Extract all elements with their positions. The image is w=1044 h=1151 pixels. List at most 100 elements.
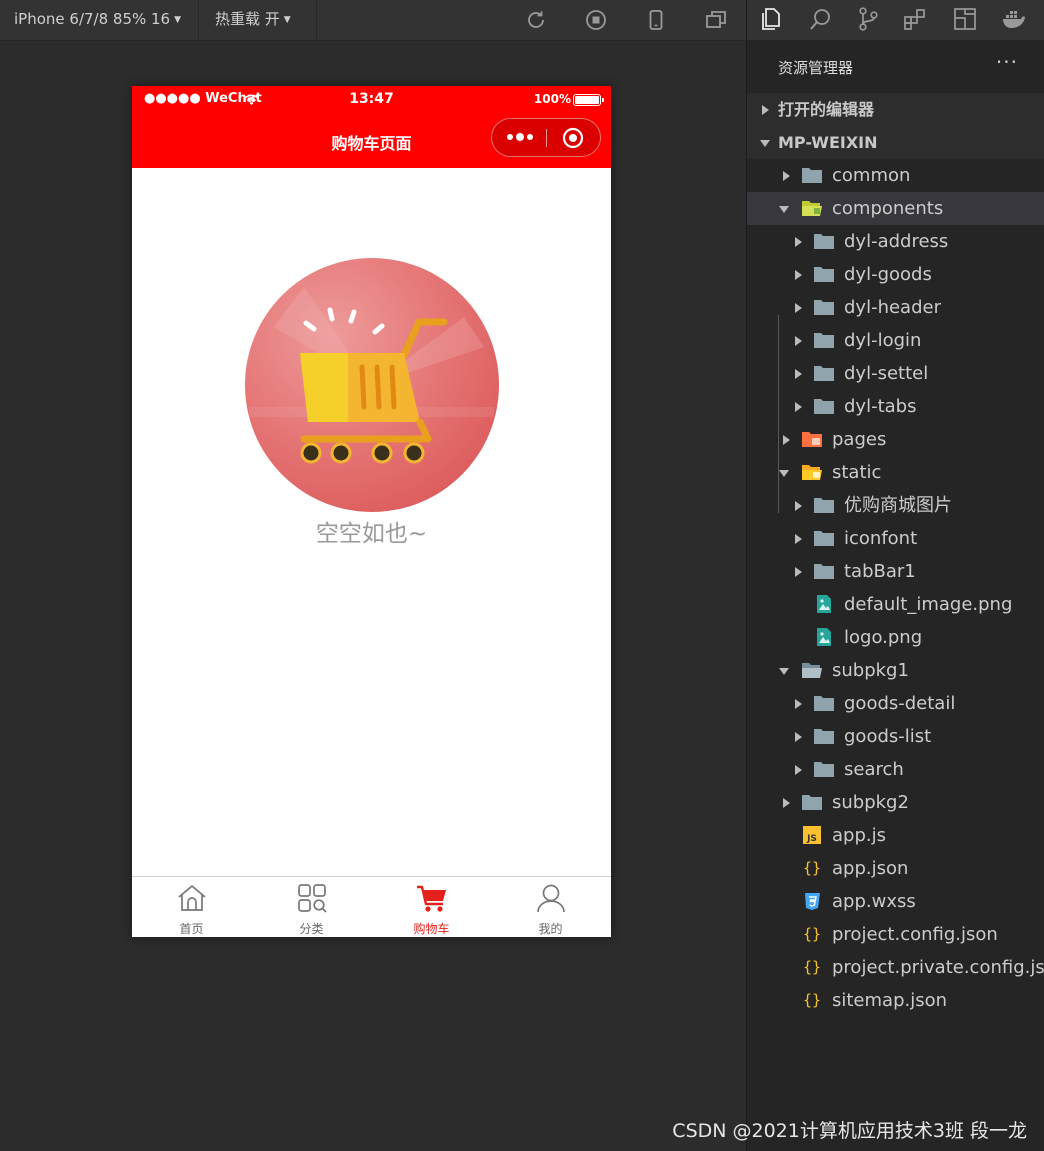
folder-open-icon <box>802 663 822 678</box>
tree-item-label: project.config.json <box>832 924 998 945</box>
tab-mine[interactable]: 我的 <box>491 877 610 937</box>
window-icon[interactable] <box>704 8 728 32</box>
tree-item-tabbar1[interactable]: tabBar1 <box>747 555 1044 588</box>
extensions-icon[interactable] <box>902 6 928 32</box>
tree-item-label: pages <box>832 429 887 450</box>
chevron-right-icon <box>792 258 806 291</box>
tree-item-sitemap[interactable]: {} sitemap.json <box>747 984 1044 1017</box>
tree-item-dyl-tabs[interactable]: dyl-tabs <box>747 390 1044 423</box>
tree-item-label: 优购商城图片 <box>844 495 952 516</box>
tree-item-subpkg1[interactable]: subpkg1 <box>747 654 1044 687</box>
files-icon[interactable] <box>758 6 784 32</box>
tree-item-dyl-login[interactable]: dyl-login <box>747 324 1044 357</box>
json-file-icon: {} <box>803 991 821 1009</box>
category-icon <box>298 884 327 913</box>
tree-item-subpkg2[interactable]: subpkg2 <box>747 786 1044 819</box>
refresh-icon[interactable] <box>524 8 548 32</box>
tab-bar: 首页 分类 购物车 我的 <box>132 876 611 937</box>
device-selector[interactable]: iPhone 6/7/8 85% 16 ▼ <box>0 0 181 40</box>
tree-item-dyl-settel[interactable]: dyl-settel <box>747 357 1044 390</box>
nav-bar: 购物车页面 <box>132 113 611 168</box>
tree-item-app-json[interactable]: {} app.json <box>747 852 1044 885</box>
tree-item-app-js[interactable]: JS app.js <box>747 819 1044 852</box>
tree-item-pages[interactable]: pages <box>747 423 1044 456</box>
chevron-right-icon <box>792 720 806 753</box>
explorer-title: 资源管理器 <box>778 59 854 77</box>
chevron-right-icon <box>780 423 794 456</box>
tree-item-label: common <box>832 165 911 186</box>
more-actions-icon[interactable]: ··· <box>996 50 1018 74</box>
tree-indent-guide <box>778 315 779 513</box>
explorer-panel: 资源管理器 ··· 打开的编辑器 MP-WEIXIN common compon… <box>746 0 1044 1151</box>
tree-item-label: logo.png <box>844 627 923 648</box>
tree-item-label: dyl-login <box>844 330 922 351</box>
css-file-icon <box>805 893 820 910</box>
svg-text:{}: {} <box>803 958 821 976</box>
toolbar-divider <box>316 0 317 40</box>
svg-text:{}: {} <box>803 859 821 877</box>
tree-item-label: default_image.png <box>844 594 1013 615</box>
open-editors-section[interactable]: 打开的编辑器 <box>747 93 1044 126</box>
tree-item-app-wxss[interactable]: app.wxss <box>747 885 1044 918</box>
folder-icon <box>814 333 834 348</box>
tree-item-goods-detail[interactable]: goods-detail <box>747 687 1044 720</box>
tree-item-dyl-address[interactable]: dyl-address <box>747 225 1044 258</box>
empty-cart-text: 空空如也~ <box>315 521 428 547</box>
tree-item-label: dyl-goods <box>844 264 932 285</box>
tab-label: 首页 <box>179 922 204 936</box>
empty-cart-illustration <box>245 258 499 512</box>
folder-open-icon <box>802 465 822 480</box>
tree-item-label: dyl-header <box>844 297 941 318</box>
more-dots-icon[interactable] <box>505 127 535 147</box>
tree-item-project-config[interactable]: {} project.config.json <box>747 918 1044 951</box>
chevron-down-icon: ▼ <box>283 14 291 25</box>
tree-item-label: tabBar1 <box>844 561 916 582</box>
phone-icon[interactable] <box>644 8 668 32</box>
tree-item-iconfont[interactable]: iconfont <box>747 522 1044 555</box>
phone-simulator: ●●●●● WeChat 13:47 100% 购物车页面 空空如也~ 首页 分… <box>132 86 611 937</box>
battery-icon <box>573 94 604 106</box>
file-tree: 打开的编辑器 MP-WEIXIN common components dyl-a… <box>747 93 1044 1017</box>
tab-category[interactable]: 分类 <box>252 877 371 937</box>
tree-item-label: static <box>832 462 882 483</box>
hot-reload-toggle[interactable]: 热重载 开 ▼ <box>201 0 291 40</box>
tree-item-project-private-config[interactable]: {} project.private.config.js... <box>747 951 1044 984</box>
tree-item-goods-list[interactable]: goods-list <box>747 720 1044 753</box>
tree-item-components[interactable]: components <box>747 192 1044 225</box>
section-label: 打开的编辑器 <box>778 100 875 119</box>
hot-reload-label: 热重载 开 <box>215 10 280 28</box>
tree-item-label: app.js <box>832 825 886 846</box>
tree-item-images-folder[interactable]: 优购商城图片 <box>747 489 1044 522</box>
tab-home[interactable]: 首页 <box>132 877 251 937</box>
tree-item-search[interactable]: search <box>747 753 1044 786</box>
home-icon <box>178 885 206 911</box>
tree-item-label: goods-list <box>844 726 932 747</box>
watermark: CSDN @2021计算机应用技术3班 段一龙 <box>672 1120 1027 1142</box>
chevron-right-icon <box>792 522 806 555</box>
source-control-icon[interactable] <box>855 6 881 32</box>
tab-label: 购物车 <box>413 922 450 936</box>
stop-icon[interactable] <box>584 8 608 32</box>
tree-item-common[interactable]: common <box>747 159 1044 192</box>
tree-item-label: subpkg1 <box>832 660 909 681</box>
folder-icon <box>802 168 822 183</box>
folder-icon <box>814 366 834 381</box>
tree-item-label: project.private.config.js... <box>832 957 1044 978</box>
layout-icon[interactable] <box>952 6 978 32</box>
section-label: MP-WEIXIN <box>778 133 878 152</box>
tree-item-default-image[interactable]: default_image.png <box>747 588 1044 621</box>
folder-open-icon <box>802 201 822 216</box>
tree-item-dyl-goods[interactable]: dyl-goods <box>747 258 1044 291</box>
search-icon[interactable] <box>808 6 834 32</box>
tree-item-logo[interactable]: logo.png <box>747 621 1044 654</box>
folder-icon <box>814 531 834 546</box>
docker-icon[interactable] <box>1001 6 1027 32</box>
svg-text:{}: {} <box>803 925 821 943</box>
tree-item-static[interactable]: static <box>747 456 1044 489</box>
project-section[interactable]: MP-WEIXIN <box>747 126 1044 159</box>
folder-icon <box>814 300 834 315</box>
close-miniprogram-icon[interactable] <box>562 127 584 149</box>
tree-item-dyl-header[interactable]: dyl-header <box>747 291 1044 324</box>
folder-icon <box>814 729 834 744</box>
tab-cart[interactable]: 购物车 <box>372 877 491 937</box>
